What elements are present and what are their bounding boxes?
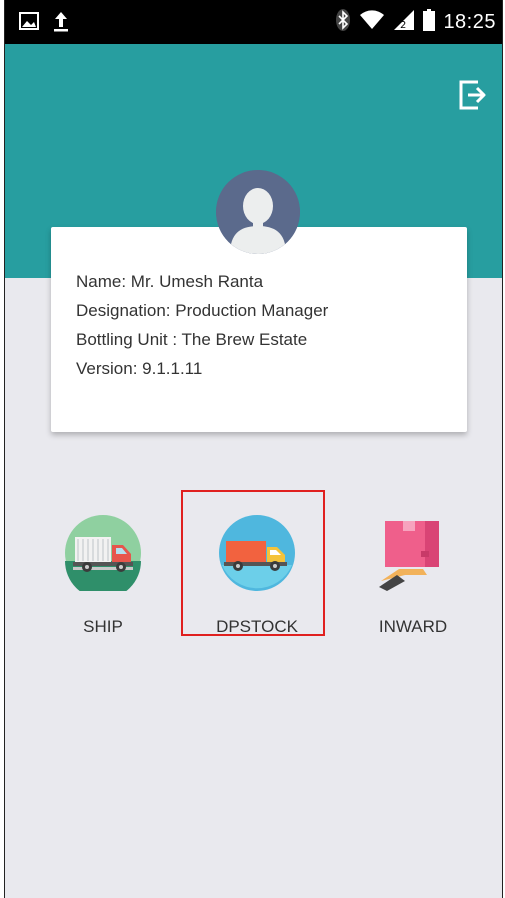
svg-text:2: 2 [400,20,406,31]
profile-designation: Designation: Production Manager [76,301,329,320]
app-screen: 2 18:25 Name: Mr. Umesh Ranta Designatio… [4,0,503,898]
avatar [216,170,300,254]
signal-icon: 2 [393,9,415,36]
profile-bottling-unit: Bottling Unit : The Brew Estate [76,330,308,349]
ship-truck-icon [65,515,141,599]
logout-button[interactable] [456,78,490,112]
logout-icon [459,80,486,110]
wifi-icon [359,10,385,35]
battery-icon [423,9,436,36]
upload-icon [53,10,69,37]
ship-label: SHIP [83,617,123,636]
inward-box-icon [375,515,451,591]
image-icon [19,12,39,35]
status-bar: 2 18:25 [5,0,502,44]
clock: 18:25 [443,11,496,33]
bluetooth-icon [335,8,351,37]
inward-label: INWARD [378,617,448,636]
profile-name: Name: Mr. Umesh Ranta [76,272,264,291]
inward-button[interactable]: INWARD [353,515,473,645]
profile-card: Name: Mr. Umesh Ranta Designation: Produ… [51,227,467,432]
ship-button[interactable]: SHIP [43,515,163,645]
user-silhouette-icon [216,170,300,254]
app-version: Version: 9.1.1.11 [76,359,203,378]
selection-highlight [181,490,325,636]
